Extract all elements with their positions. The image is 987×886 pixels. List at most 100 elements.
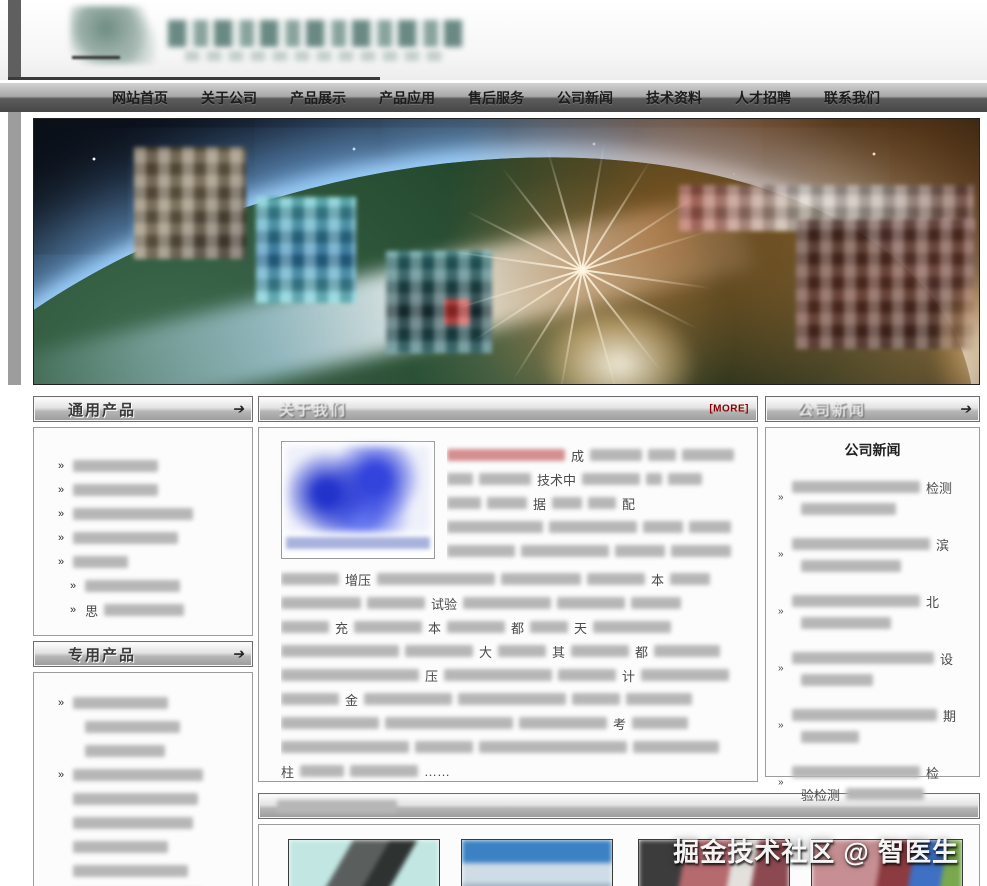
general-product-item[interactable]: » (58, 454, 252, 478)
redacted-text (367, 597, 425, 609)
about-text-line: 金 (281, 687, 745, 711)
arrow-right-icon[interactable]: ➔ (232, 646, 244, 663)
redacted-text (498, 645, 546, 657)
redacted-text (85, 580, 180, 592)
arrow-right-icon[interactable]: ➔ (959, 401, 971, 418)
redacted-text (588, 497, 616, 509)
general-products-box: »»»»»»»思 (33, 427, 253, 636)
section-header-news[interactable]: 公司新闻 ➔ (765, 396, 980, 422)
special-product-item[interactable]: » (58, 811, 252, 835)
redacted-text (792, 481, 920, 493)
special-products-list: »»»»»»»»» (34, 673, 252, 886)
redacted-text (300, 765, 344, 777)
product-thumbnail[interactable] (288, 839, 440, 886)
news-item[interactable]: »设 (778, 647, 969, 691)
general-product-item[interactable]: » (58, 502, 252, 526)
general-product-item[interactable]: » (58, 526, 252, 550)
redacted-text (281, 669, 419, 681)
redacted-text (846, 788, 924, 800)
about-text-line: 技术中 (447, 467, 745, 491)
section-title-redacted (277, 800, 397, 813)
redacted-text (689, 521, 731, 533)
product-image-redacted (289, 840, 439, 886)
about-text-fragment: 技术中 (537, 470, 576, 489)
special-product-item[interactable]: » (58, 691, 252, 715)
section-header-general-products[interactable]: 通用产品 ➔ (33, 396, 253, 422)
more-link[interactable]: [MORE] (709, 404, 749, 415)
redacted-text (549, 521, 637, 533)
news-item[interactable]: »检测 (778, 476, 969, 520)
general-product-item[interactable]: » (58, 550, 252, 574)
nav-item-9[interactable]: 联系我们 (824, 88, 880, 108)
about-text-fragment: 试验 (431, 594, 457, 613)
news-line-2 (792, 612, 969, 634)
section-title: 通用产品 (68, 399, 136, 420)
redacted-text (73, 841, 168, 853)
product-thumbnail[interactable] (811, 839, 963, 886)
redacted-text (354, 621, 422, 633)
redacted-text (587, 573, 645, 585)
chevron-right-icon: » (778, 549, 784, 560)
section-header-special-products[interactable]: 专用产品 ➔ (33, 641, 253, 667)
arrow-right-icon[interactable]: ➔ (232, 401, 244, 418)
section-title: 专用产品 (68, 644, 136, 665)
special-product-item[interactable]: » (58, 739, 252, 763)
redacted-text (641, 669, 729, 681)
special-product-item[interactable]: » (58, 715, 252, 739)
redacted-text (479, 473, 531, 485)
about-text-fragment: 本 (651, 570, 664, 589)
nav-item-3[interactable]: 产品展示 (290, 88, 346, 108)
chevron-right-icon: » (778, 720, 784, 731)
section-header-about[interactable]: 关于我们 [MORE] (258, 396, 758, 422)
news-item[interactable]: »滨 (778, 533, 969, 577)
news-item[interactable]: »期 (778, 704, 969, 748)
special-product-item[interactable]: » (58, 763, 252, 787)
redacted-text (801, 731, 859, 743)
product-thumbnail[interactable] (461, 839, 613, 886)
general-product-item[interactable]: »思 (58, 598, 252, 622)
about-text-line: 大其都 (281, 639, 745, 663)
hero-banner[interactable] (33, 118, 980, 385)
site-header (0, 0, 987, 80)
about-text-fragment: 据 (533, 494, 546, 513)
special-products-box: »»»»»»»»» (33, 672, 253, 886)
chevron-right-icon: » (58, 509, 64, 520)
news-item[interactable]: »检验检测 (778, 761, 969, 805)
news-line-1: 设 (792, 647, 969, 669)
redacted-text (572, 693, 620, 705)
about-text-fragment: 配 (622, 494, 635, 513)
general-product-item[interactable]: » (58, 478, 252, 502)
redacted-text (552, 497, 582, 509)
redacted-text (73, 532, 178, 544)
redacted-text (792, 766, 920, 778)
chevron-right-icon: » (58, 461, 64, 472)
nav-item-4[interactable]: 产品应用 (379, 88, 435, 108)
general-product-item[interactable]: » (58, 574, 252, 598)
nav-item-8[interactable]: 人才招聘 (735, 88, 791, 108)
about-text-line: 压计 (281, 663, 745, 687)
company-name-en-redacted (185, 51, 447, 61)
redacted-text (590, 449, 642, 461)
nav-item-1[interactable]: 网站首页 (112, 88, 168, 108)
about-text-line: 考 (281, 711, 745, 735)
special-product-item[interactable]: » (58, 859, 252, 883)
redacted-text (501, 573, 581, 585)
redacted-text (519, 717, 607, 729)
about-text-line (281, 735, 745, 759)
nav-item-7[interactable]: 技术资料 (646, 88, 702, 108)
special-product-item[interactable]: » (58, 787, 252, 811)
product-thumbnail[interactable] (638, 839, 790, 886)
news-item[interactable]: »北 (778, 590, 969, 634)
news-line-1: 北 (792, 590, 969, 612)
chevron-right-icon: » (70, 581, 76, 592)
list-item-text-fragment: 思 (85, 601, 98, 620)
nav-item-5[interactable]: 售后服务 (468, 88, 524, 108)
company-name-redacted (168, 20, 463, 47)
special-product-item[interactable]: » (58, 835, 252, 859)
about-text-fragment: 天 (574, 618, 587, 637)
about-text-fragment: 大 (479, 642, 492, 661)
redacted-text (530, 621, 568, 633)
redacted-text (73, 697, 168, 709)
nav-item-6[interactable]: 公司新闻 (557, 88, 613, 108)
nav-item-2[interactable]: 关于公司 (201, 88, 257, 108)
